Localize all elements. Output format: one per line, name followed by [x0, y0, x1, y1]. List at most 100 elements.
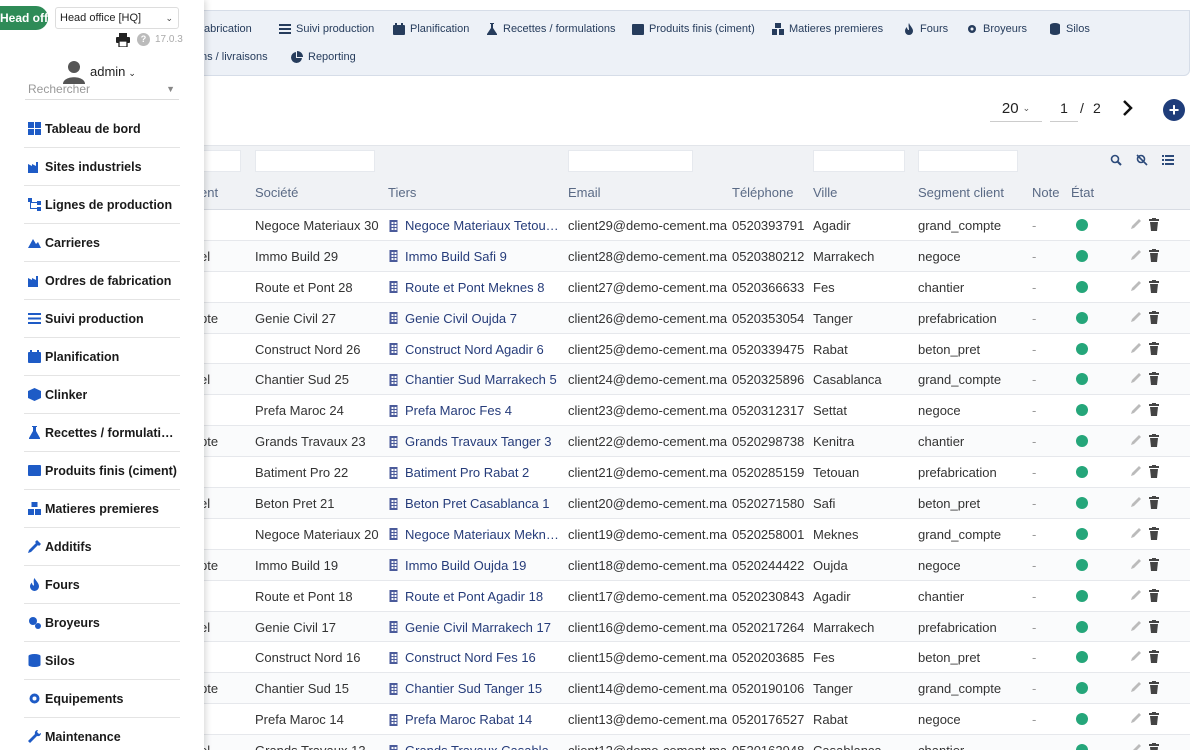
edit-pencil-icon[interactable] — [1130, 311, 1142, 324]
cell-tiers[interactable]: Prefa Maroc Fes 4 — [388, 403, 558, 418]
sidebar-item-recettes-formulations[interactable]: Recettes / formulations — [24, 414, 180, 452]
edit-pencil-icon[interactable] — [1130, 620, 1142, 633]
column-header-segment-client[interactable]: Segment client — [918, 185, 1004, 200]
edit-pencil-icon[interactable] — [1130, 372, 1142, 385]
tiers-link[interactable]: Chantier Sud Tanger 15 — [405, 681, 542, 696]
edit-pencil-icon[interactable] — [1130, 589, 1142, 602]
user-menu[interactable]: admin ⌄ — [90, 64, 136, 79]
topmenu-item-recettes[interactable]: Recettes / formulations — [486, 23, 616, 35]
list-view-icon[interactable] — [1162, 154, 1174, 166]
column-header-email[interactable]: Email — [568, 185, 601, 200]
sidebar-item-maintenance[interactable]: Maintenance — [24, 718, 180, 750]
tiers-link[interactable]: Genie Civil Oujda 7 — [405, 311, 517, 326]
edit-pencil-icon[interactable] — [1130, 743, 1142, 750]
column-header-telephone[interactable]: Téléphone — [732, 185, 793, 200]
table-row[interactable]: el Genie Civil 17 Genie Civil Marrakech 17… — [150, 611, 1190, 643]
cell-tiers[interactable]: Negoce Materiaux Tetou… — [388, 218, 558, 233]
column-header-ville[interactable]: Ville — [813, 185, 837, 200]
tiers-link[interactable]: Genie Civil Marrakech 17 — [405, 620, 551, 635]
filter-input-ville[interactable] — [813, 150, 905, 172]
table-row[interactable]: Route et Pont 28 Route et Pont Meknes 8 cl… — [150, 272, 1190, 303]
delete-trash-icon[interactable] — [1148, 496, 1160, 510]
edit-pencil-icon[interactable] — [1130, 434, 1142, 447]
cell-tiers[interactable]: Route et Pont Agadir 18 — [388, 589, 558, 604]
sidebar-item-fours[interactable]: Fours — [24, 566, 180, 604]
topmenu-item-planification[interactable]: Planification — [393, 23, 469, 35]
table-row[interactable]: Construct Nord 16 Construct Nord Fes 16 cl… — [150, 642, 1190, 674]
edit-pencil-icon[interactable] — [1130, 681, 1142, 694]
cell-tiers[interactable]: Genie Civil Oujda 7 — [388, 311, 558, 326]
table-row[interactable]: pte Grands Travaux 23 Grands Travaux Tange… — [150, 426, 1190, 458]
cell-tiers[interactable]: Chantier Sud Tanger 15 — [388, 681, 558, 696]
column-header-etat[interactable]: État — [1071, 185, 1094, 200]
tiers-link[interactable]: Immo Build Oujda 19 — [405, 558, 526, 573]
table-row[interactable]: pte Chantier Sud 15 Chantier Sud Tanger 15… — [150, 673, 1190, 705]
edit-pencil-icon[interactable] — [1130, 249, 1142, 262]
current-page-input[interactable]: 1 — [1050, 96, 1078, 122]
cell-tiers[interactable]: Beton Pret Casablanca 1 — [388, 496, 558, 511]
cell-tiers[interactable]: Grands Travaux Tanger 3 — [388, 434, 558, 449]
topmenu-item-livraisons[interactable]: ns / livraisons — [201, 51, 268, 63]
tiers-link[interactable]: Beton Pret Casablanca 1 — [405, 496, 550, 511]
sidebar-item-suivi-production[interactable]: Suivi production — [24, 300, 180, 338]
edit-pencil-icon[interactable] — [1130, 712, 1142, 725]
column-header-societe[interactable]: Société — [255, 185, 298, 200]
cell-tiers[interactable]: Immo Build Oujda 19 — [388, 558, 558, 573]
tiers-link[interactable]: Grands Travaux Tanger 3 — [405, 434, 551, 449]
edit-pencil-icon[interactable] — [1130, 496, 1142, 509]
table-row[interactable]: Prefa Maroc 14 Prefa Maroc Rabat 14 client… — [150, 704, 1190, 736]
tiers-link[interactable]: Route et Pont Agadir 18 — [405, 589, 543, 604]
edit-pencil-icon[interactable] — [1130, 403, 1142, 416]
delete-trash-icon[interactable] — [1148, 588, 1160, 602]
delete-trash-icon[interactable] — [1148, 619, 1160, 633]
column-header-note[interactable]: Note — [1032, 185, 1059, 200]
topmenu-item-silos[interactable]: Silos — [1049, 23, 1090, 35]
filter-input-segment-client[interactable] — [918, 150, 1018, 172]
delete-trash-icon[interactable] — [1148, 372, 1160, 386]
edit-pencil-icon[interactable] — [1130, 650, 1142, 663]
delete-trash-icon[interactable] — [1148, 465, 1160, 479]
tiers-link[interactable]: Construct Nord Agadir 6 — [405, 342, 544, 357]
cell-tiers[interactable]: Negoce Materiaux Mekn… — [388, 527, 558, 542]
delete-trash-icon[interactable] — [1148, 650, 1160, 664]
cell-tiers[interactable]: Chantier Sud Marrakech 5 — [388, 372, 558, 387]
edit-pencil-icon[interactable] — [1130, 218, 1142, 231]
next-page-icon[interactable] — [1120, 98, 1136, 118]
sidebar-item-sites-industriels[interactable]: Sites industriels — [24, 148, 180, 186]
edit-pencil-icon[interactable] — [1130, 280, 1142, 293]
tiers-link[interactable]: Prefa Maroc Fes 4 — [405, 403, 512, 418]
tiers-link[interactable]: Batiment Pro Rabat 2 — [405, 465, 529, 480]
topmenu-item-matieres[interactable]: Matieres premieres — [772, 23, 883, 35]
sidebar-item-lignes-de-production[interactable]: Lignes de production — [24, 186, 180, 224]
cell-tiers[interactable]: Prefa Maroc Rabat 14 — [388, 712, 558, 727]
delete-trash-icon[interactable] — [1148, 434, 1160, 448]
tiers-link[interactable]: Chantier Sud Marrakech 5 — [405, 372, 557, 387]
edit-pencil-icon[interactable] — [1130, 558, 1142, 571]
table-row[interactable]: Construct Nord 26 Construct Nord Agadir 6… — [150, 334, 1190, 365]
menu-search-input[interactable]: Rechercher ▼ — [25, 80, 179, 100]
add-record-button[interactable]: + — [1163, 99, 1185, 121]
cell-tiers[interactable]: Immo Build Safi 9 — [388, 249, 558, 264]
sidebar-item-produits-finis-ciment[interactable]: Produits finis (ciment) — [24, 452, 180, 490]
tiers-link[interactable]: Construct Nord Fes 16 — [405, 650, 536, 665]
tiers-link[interactable]: Grands Travaux Casabla… — [405, 743, 558, 750]
delete-trash-icon[interactable] — [1148, 218, 1160, 231]
sidebar-item-equipements[interactable]: Equipements — [24, 680, 180, 718]
table-row[interactable]: Route et Pont 18 Route et Pont Agadir 18 c… — [150, 581, 1190, 612]
edit-pencil-icon[interactable] — [1130, 465, 1142, 478]
delete-trash-icon[interactable] — [1148, 526, 1160, 540]
table-row[interactable]: el Immo Build 29 Immo Build Safi 9 client28… — [150, 240, 1190, 272]
sidebar-item-planification[interactable]: Planification — [24, 338, 180, 376]
table-row[interactable]: el Beton Pret 21 Beton Pret Casablanca 1 cl… — [150, 488, 1190, 519]
sidebar-item-carrieres[interactable]: Carrieres — [24, 224, 180, 262]
topmenu-item-suivi-production[interactable]: Suivi production — [279, 23, 374, 35]
help-icon[interactable]: ? — [137, 33, 150, 46]
edit-pencil-icon[interactable] — [1130, 527, 1142, 540]
sidebar-item-ordres-de-fabrication[interactable]: Ordres de fabrication — [24, 262, 180, 300]
topmenu-item-fabrication[interactable]: fabrication — [201, 23, 252, 35]
delete-trash-icon[interactable] — [1148, 341, 1160, 355]
table-row[interactable]: Prefa Maroc 24 Prefa Maroc Fes 4 client23@… — [150, 395, 1190, 427]
search-icon[interactable] — [1110, 154, 1122, 166]
sidebar-item-tableau-de-bord[interactable]: Tableau de bord — [24, 110, 180, 148]
delete-trash-icon[interactable] — [1148, 279, 1160, 293]
